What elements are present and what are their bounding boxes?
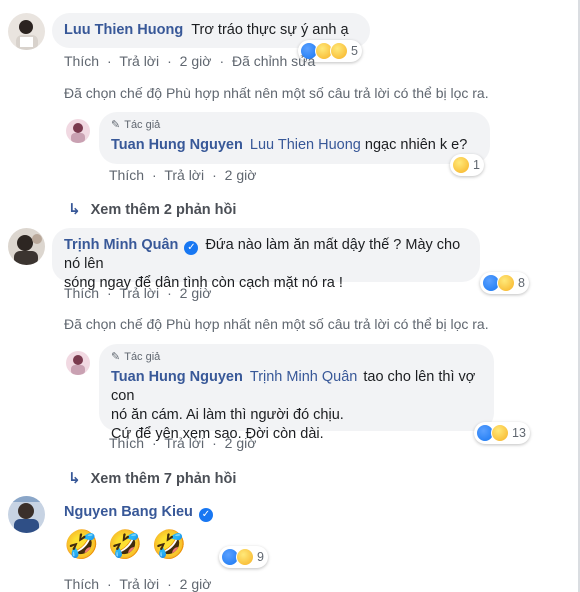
- reaction-summary[interactable]: 8: [480, 272, 529, 294]
- reply-link[interactable]: Trả lời: [164, 435, 204, 451]
- comment-text: Trơ tráo thực sự ý anh ạ: [191, 22, 349, 38]
- filter-note: Đã chọn chế độ Phù hợp nhất nên một số c…: [64, 316, 489, 332]
- author-badge: ✎ Tác giả: [111, 348, 482, 367]
- reply-link[interactable]: Trả lời: [119, 285, 159, 301]
- reaction-count: 5: [351, 44, 358, 58]
- comment-bubble: Trịnh Minh Quân ✓ Đứa nào làm ăn mất dậy…: [52, 228, 480, 291]
- commenter-name[interactable]: Trịnh Minh Quân: [64, 237, 178, 253]
- avatar[interactable]: [8, 13, 45, 50]
- rofl-emoji-icon: 🤣: [107, 528, 143, 561]
- reply-actions: Thích · Trả lời · 2 giờ: [109, 435, 257, 451]
- timestamp[interactable]: 2 giờ: [180, 53, 212, 69]
- reaction-count: 1: [473, 158, 480, 172]
- view-more-replies[interactable]: ↳ Xem thêm 7 phản hồi: [68, 469, 236, 487]
- comment-actions: Thích · Trả lời · 2 giờ: [64, 285, 212, 301]
- reaction-count: 13: [512, 426, 526, 440]
- timestamp[interactable]: 2 giờ: [180, 576, 212, 592]
- reaction-summary[interactable]: 1: [450, 154, 484, 176]
- reply-link[interactable]: Trả lời: [119, 576, 159, 592]
- filter-note: Đã chọn chế độ Phù hợp nhất nên một số c…: [64, 85, 489, 101]
- timestamp[interactable]: 2 giờ: [180, 285, 212, 301]
- rofl-emoji-icon: 🤣: [64, 528, 99, 561]
- comment-actions: Thích · Trả lời · 2 giờ · Đã chỉnh sửa: [64, 53, 316, 69]
- rofl-emoji-icon: 🤣: [151, 528, 187, 561]
- reply-bubble: ✎ Tác giả Tuan Hung Nguyen Luu Thien Huo…: [99, 112, 490, 164]
- author-badge: ✎ Tác giả: [111, 116, 478, 135]
- reply-arrow-icon: ↳: [68, 201, 81, 218]
- reply-text: ngạc nhiên k e?: [364, 137, 468, 153]
- haha-icon: [491, 424, 509, 442]
- reply-link[interactable]: Trả lời: [164, 167, 204, 183]
- reaction-summary[interactable]: 9: [219, 546, 268, 568]
- timestamp[interactable]: 2 giờ: [225, 435, 257, 451]
- haha-icon: [497, 274, 515, 292]
- reaction-summary[interactable]: 13: [474, 422, 530, 444]
- reply-actions: Thích · Trả lời · 2 giờ: [109, 167, 257, 183]
- pencil-icon: ✎: [111, 351, 121, 363]
- like-link[interactable]: Thích: [64, 285, 99, 301]
- verified-badge-icon: ✓: [198, 508, 213, 522]
- reply-bubble: ✎ Tác giả Tuan Hung Nguyen Trịnh Minh Qu…: [99, 344, 494, 442]
- like-link[interactable]: Thích: [109, 167, 144, 183]
- replier-name[interactable]: Tuan Hung Nguyen: [111, 369, 243, 385]
- reply-arrow-icon: ↳: [68, 470, 81, 487]
- comment-header: Nguyen Bang Kieu ✓: [64, 504, 213, 522]
- reply-text-line2: nó ăn cám. Ai làm thì người đó chịu.: [111, 407, 344, 423]
- avatar[interactable]: [8, 496, 45, 533]
- verified-badge-icon: ✓: [184, 241, 199, 255]
- pencil-icon: ✎: [111, 119, 121, 131]
- sad-icon: [330, 42, 348, 60]
- mention-link[interactable]: Trịnh Minh Quân: [250, 369, 357, 385]
- like-link[interactable]: Thích: [64, 53, 99, 69]
- avatar[interactable]: [66, 351, 90, 375]
- reply-link[interactable]: Trả lời: [119, 53, 159, 69]
- like-link[interactable]: Thích: [109, 435, 144, 451]
- emoji-row: 🤣 🤣 🤣: [64, 528, 186, 562]
- haha-icon: [236, 548, 254, 566]
- avatar[interactable]: [66, 119, 90, 143]
- commenter-name[interactable]: Luu Thien Huong: [64, 22, 183, 38]
- sad-icon: [452, 156, 470, 174]
- like-link[interactable]: Thích: [64, 576, 99, 592]
- reaction-count: 8: [518, 276, 525, 290]
- edited-label[interactable]: Đã chỉnh sửa: [232, 53, 315, 69]
- timestamp[interactable]: 2 giờ: [225, 167, 257, 183]
- reaction-count: 9: [257, 550, 264, 564]
- replier-name[interactable]: Tuan Hung Nguyen: [111, 137, 243, 153]
- avatar[interactable]: [8, 228, 45, 265]
- mention-link[interactable]: Luu Thien Huong: [250, 137, 361, 153]
- commenter-name[interactable]: Nguyen Bang Kieu: [64, 504, 193, 520]
- comment-thread: Luu Thien Huong Trơ tráo thực sự ý anh ạ…: [0, 0, 580, 592]
- comment-actions: Thích · Trả lời · 2 giờ: [64, 576, 212, 592]
- view-more-replies[interactable]: ↳ Xem thêm 2 phản hồi: [68, 200, 236, 218]
